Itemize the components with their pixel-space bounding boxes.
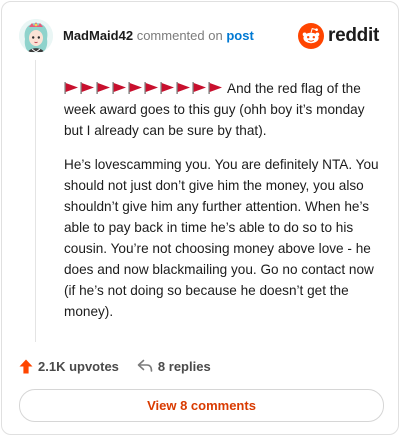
replies-button[interactable]: 8 replies [137, 359, 211, 374]
commented-on-text: commented on [136, 28, 223, 43]
red-flag-icon [160, 82, 174, 94]
red-flag-icon [208, 82, 222, 94]
view-comments-button[interactable]: View 8 comments [19, 389, 384, 422]
red-flag-icon [144, 82, 158, 94]
comment-header: MadMaid42 commented on post reddit [19, 19, 381, 55]
red-flag-icon [80, 82, 94, 94]
comment-byline: MadMaid42 commented on post [63, 28, 254, 44]
red-flag-icon [128, 82, 142, 94]
upvote-arrow-icon [19, 359, 33, 373]
red-flag-icon [192, 82, 206, 94]
red-flag-icon [112, 82, 126, 94]
red-flag-emojis [64, 82, 223, 94]
reddit-logo[interactable]: reddit [298, 22, 379, 50]
user-avatar[interactable] [19, 19, 53, 53]
comment-card: MadMaid42 commented on post reddit And t… [1, 1, 399, 435]
post-link[interactable]: post [226, 28, 253, 43]
red-flag-icon [96, 82, 110, 94]
upvote-count: 2.1K upvotes [38, 358, 119, 374]
red-flag-icon [64, 82, 78, 94]
comment-paragraph-2: He’s lovescamming you. You are definitel… [64, 157, 379, 319]
reddit-wordmark: reddit [328, 25, 379, 46]
upvote-button[interactable]: 2.1K upvotes [19, 359, 119, 374]
thread-line[interactable] [35, 60, 36, 342]
comment-body: And the red flag of the week award goes … [64, 78, 386, 335]
comment-paragraph-1: And the red flag of the week award goes … [64, 78, 386, 141]
reply-arrow-icon [137, 359, 153, 372]
reddit-snoo-icon [298, 23, 325, 49]
username-link[interactable]: MadMaid42 [63, 28, 133, 43]
comment-actions: 2.1K upvotes 8 replies [19, 357, 211, 375]
reply-count: 8 replies [157, 358, 211, 374]
red-flag-icon [176, 82, 190, 94]
